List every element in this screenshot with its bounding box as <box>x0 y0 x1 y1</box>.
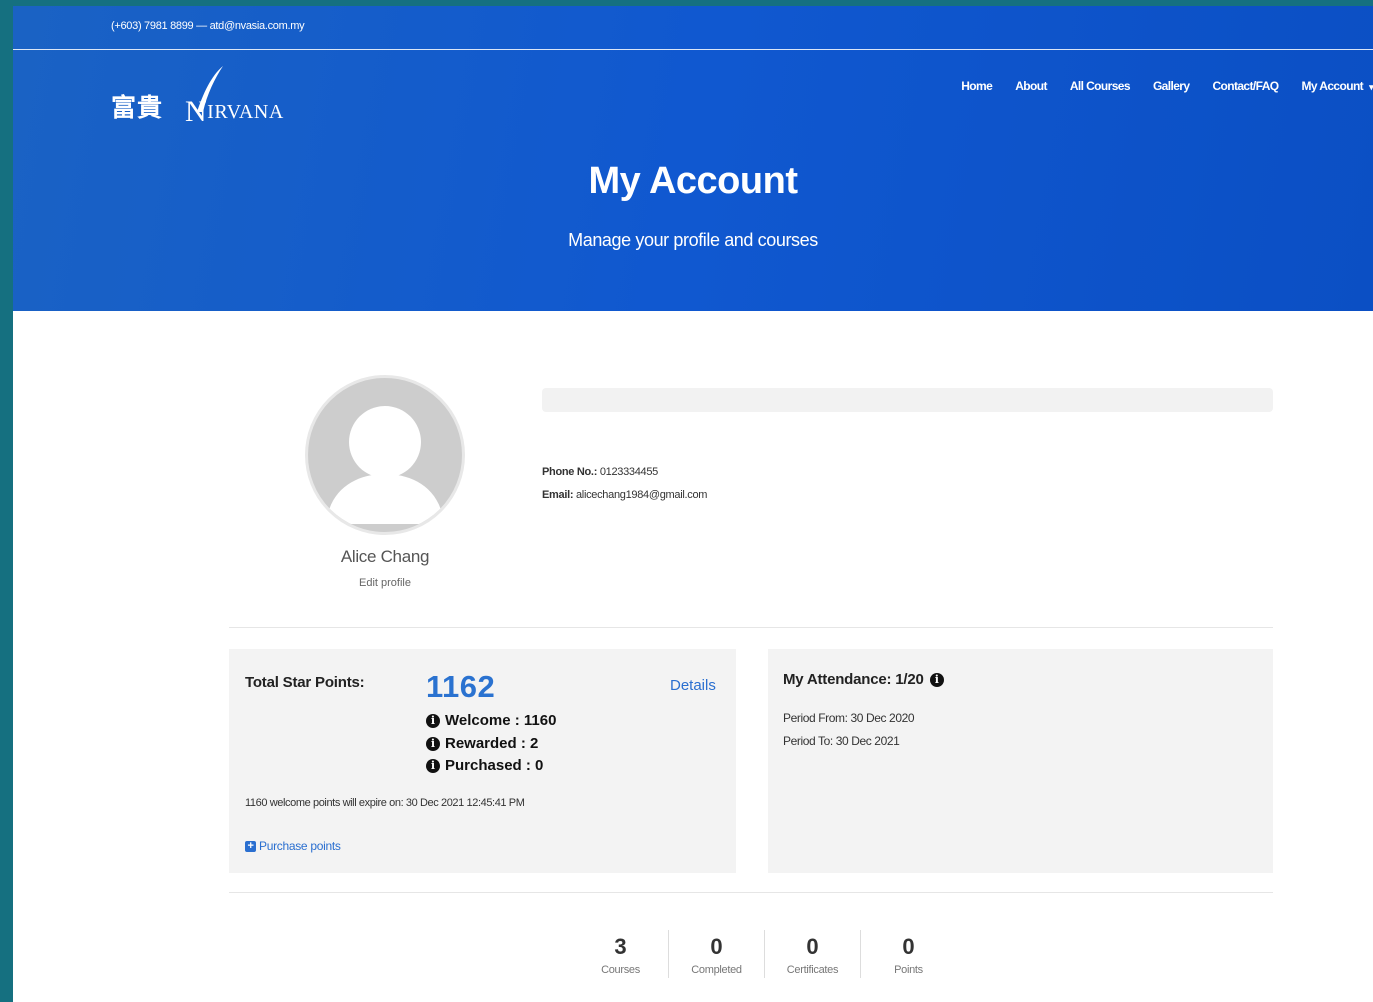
section-divider <box>229 892 1273 893</box>
purchase-points-label: Purchase points <box>259 839 341 853</box>
edit-profile-link[interactable]: Edit profile <box>305 577 465 589</box>
stat-value: 3 <box>614 934 627 959</box>
nav-home[interactable]: Home <box>961 79 993 93</box>
info-icon[interactable]: i <box>426 713 440 728</box>
stat-value: 0 <box>806 934 819 959</box>
nav-gallery[interactable]: Gallery <box>1153 79 1190 93</box>
total-star-points-value: 1162 <box>426 669 496 704</box>
stat-label: Certificates <box>786 964 839 976</box>
total-star-points-label: Total Star Points: <box>245 674 365 691</box>
profile-name: Alice Chang <box>340 547 430 566</box>
info-icon[interactable]: i <box>426 736 440 751</box>
phone-line: Phone No.: 0123334455 <box>542 466 658 478</box>
stat-certificates[interactable]: 0 Certificates <box>764 930 860 978</box>
phone-value: 0123334455 <box>599 466 659 478</box>
email-label: Email: <box>542 489 574 501</box>
stat-value: 0 <box>710 934 723 959</box>
profile-name-bar <box>542 388 1273 412</box>
email-value: alicechang1984@gmail.com <box>575 489 708 501</box>
welcome-points-text: Welcome : 1160 <box>445 712 557 729</box>
plus-icon: + <box>245 840 256 852</box>
nav-about[interactable]: About <box>1015 79 1047 93</box>
avatar[interactable] <box>305 375 465 535</box>
section-divider <box>229 627 1273 628</box>
purchased-points-text: Purchased : 0 <box>445 757 544 774</box>
logo-wordmark: NIRVANA <box>185 95 284 128</box>
details-link[interactable]: Details <box>670 677 716 694</box>
hero-banner: (+603) 7981 8899 — atd@nvasia.com.my 富貴 … <box>13 6 1373 311</box>
stat-completed[interactable]: 0 Completed <box>668 930 764 978</box>
period-from: Period From: 30 Dec 2020 <box>783 711 915 725</box>
attendance-title: My Attendance: 1/20 i <box>783 671 944 688</box>
expiry-note: 1160 welcome points will expire on: 30 D… <box>245 797 525 809</box>
nav-my-account-label: My Account <box>1301 79 1364 93</box>
page-title: My Account <box>588 160 798 202</box>
stat-label: Points <box>894 964 923 976</box>
purchase-points-link[interactable]: + Purchase points <box>245 839 341 853</box>
attendance-card: My Attendance: 1/20 i Period From: 30 De… <box>768 649 1273 873</box>
rewarded-points: i Rewarded : 2 <box>426 735 538 752</box>
stat-points[interactable]: 0 Points <box>860 930 956 978</box>
star-points-card: Total Star Points: 1162 Details i Welcom… <box>229 649 736 873</box>
phone-label: Phone No.: <box>542 466 598 478</box>
stat-label: Courses <box>601 964 640 976</box>
page-subtitle: Manage your profile and courses <box>568 230 818 250</box>
stat-courses[interactable]: 3 Courses <box>573 930 668 978</box>
top-bar: (+603) 7981 8899 — atd@nvasia.com.my <box>13 6 1373 50</box>
chevron-down-icon: ▾ <box>1369 82 1373 92</box>
page: (+603) 7981 8899 — atd@nvasia.com.my 富貴 … <box>13 6 1373 1002</box>
stat-label: Completed <box>691 964 742 976</box>
nav-all-courses[interactable]: All Courses <box>1070 79 1131 93</box>
nav-contact-faq[interactable]: Contact/FAQ <box>1212 79 1279 93</box>
purchased-points: i Purchased : 0 <box>426 757 543 774</box>
rewarded-points-text: Rewarded : 2 <box>445 735 539 752</box>
welcome-points: i Welcome : 1160 <box>426 712 556 729</box>
nav-my-account[interactable]: My Account ▾ <box>1302 79 1373 93</box>
info-icon[interactable]: i <box>929 672 944 687</box>
main-nav: Home About All Courses Gallery Contact/F… <box>938 79 1373 93</box>
contact-info: (+603) 7981 8899 — atd@nvasia.com.my <box>111 20 305 32</box>
email-line: Email: alicechang1984@gmail.com <box>542 489 707 501</box>
period-to: Period To: 30 Dec 2021 <box>783 734 900 748</box>
site-logo[interactable]: 富貴 NIRVANA <box>111 64 301 128</box>
user-placeholder-icon <box>326 406 444 524</box>
attendance-title-text: My Attendance: 1/20 <box>783 671 924 688</box>
stats-row: 3 Courses 0 Completed 0 Certificates 0 P… <box>573 930 956 978</box>
info-icon[interactable]: i <box>426 758 440 773</box>
stat-value: 0 <box>902 934 915 959</box>
